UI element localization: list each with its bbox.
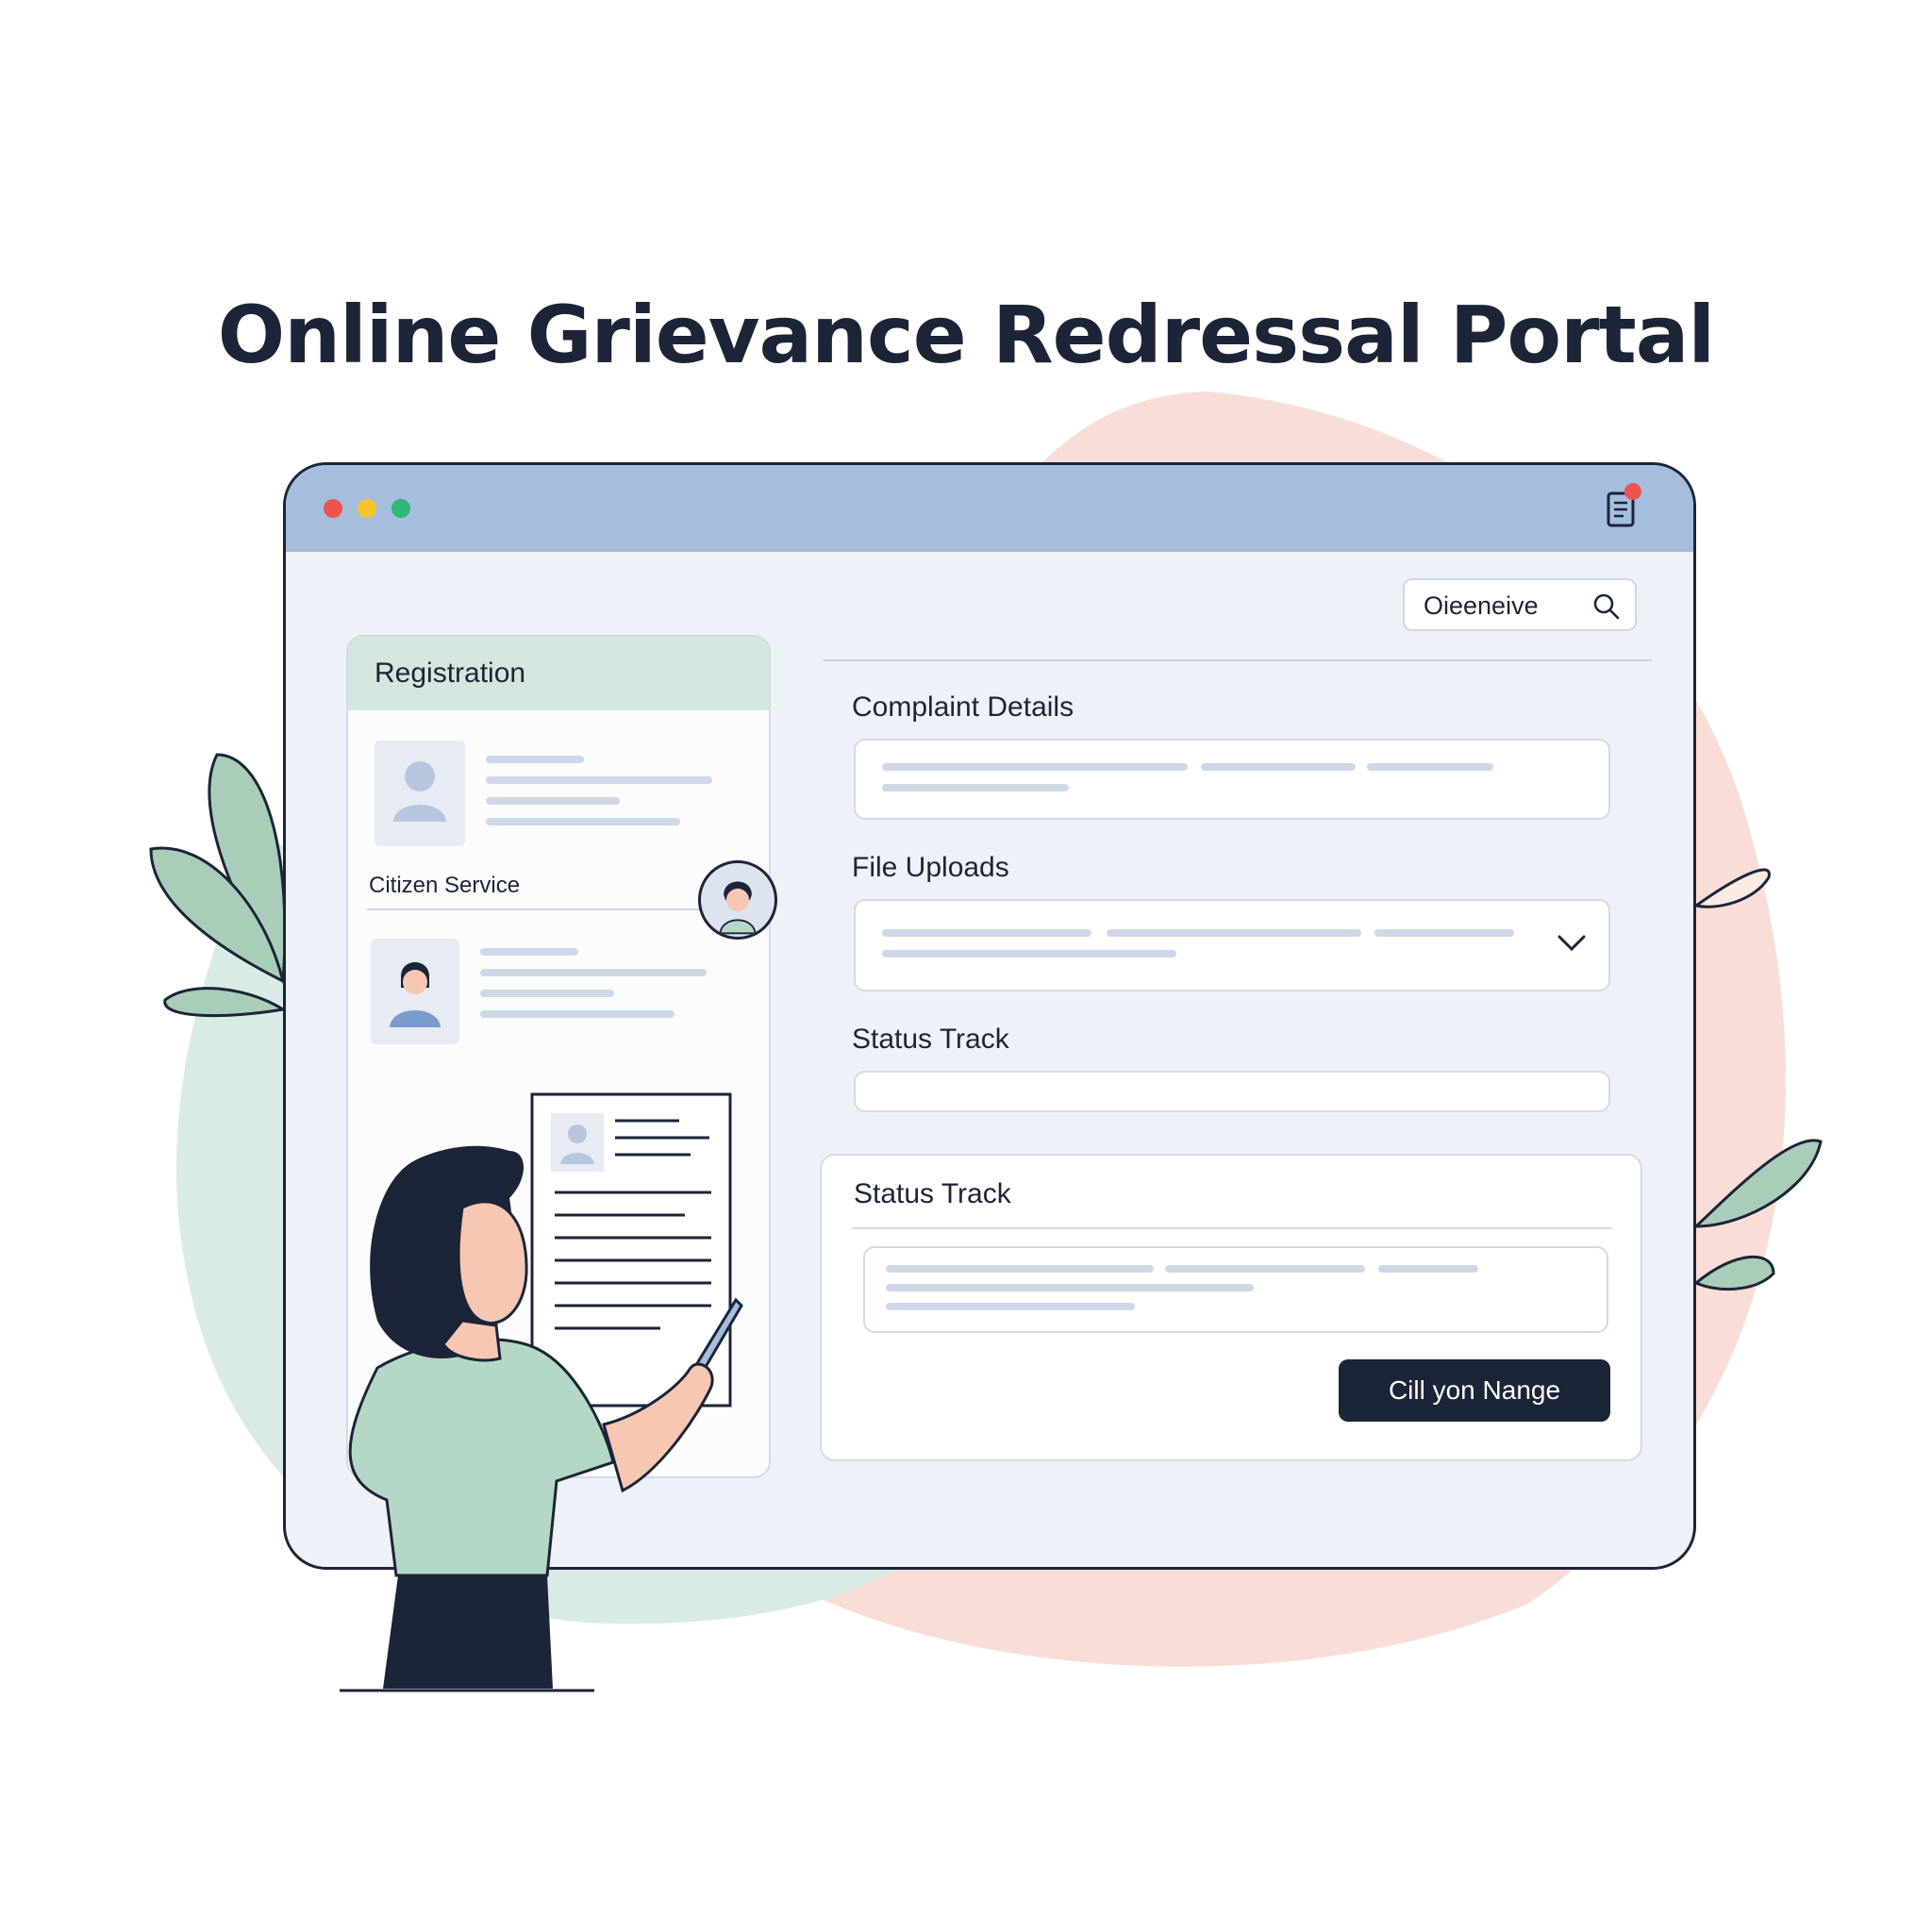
status-card-divider — [852, 1227, 1612, 1229]
status-details-field[interactable] — [863, 1246, 1608, 1333]
file-uploads-label: File Uploads — [852, 852, 1009, 883]
search-icon[interactable] — [1591, 591, 1622, 622]
placeholder-line — [480, 990, 614, 997]
placeholder-line — [882, 763, 1188, 771]
complaint-details-field[interactable] — [854, 739, 1610, 820]
placeholder-line — [882, 929, 1091, 937]
placeholder-line — [1165, 1265, 1365, 1273]
submit-button[interactable]: Cill yon Nange — [1339, 1359, 1610, 1422]
placeholder-line — [480, 948, 578, 956]
status-track-label: Status Track — [852, 1024, 1009, 1055]
search-box[interactable] — [1403, 578, 1637, 631]
notification-icon[interactable] — [1599, 482, 1642, 535]
placeholder-line — [486, 776, 712, 784]
close-window-dot[interactable] — [324, 499, 342, 518]
placeholder-line — [486, 818, 680, 825]
registration-title: Registration — [375, 658, 526, 689]
top-divider — [824, 659, 1652, 661]
floating-user-avatar — [698, 860, 777, 940]
file-uploads-field[interactable] — [854, 899, 1610, 991]
page-title: Online Grievance Redressal Portal — [217, 289, 1715, 382]
citizen-divider — [367, 908, 725, 910]
placeholder-line — [1367, 763, 1493, 771]
status-track-field[interactable] — [854, 1071, 1610, 1112]
user-avatar-icon — [390, 962, 441, 1027]
profile-avatar — [375, 741, 465, 846]
placeholder-line — [480, 969, 707, 976]
placeholder-line — [1378, 1265, 1478, 1273]
status-card-title: Status Track — [854, 1178, 1011, 1209]
maximize-window-dot[interactable] — [391, 499, 410, 518]
face — [457, 1200, 528, 1324]
placeholder-line — [886, 1303, 1135, 1310]
placeholder-line — [882, 950, 1176, 958]
window-titlebar — [286, 465, 1693, 552]
placeholder-line — [486, 797, 620, 805]
placeholder-line — [886, 1265, 1154, 1273]
pants — [383, 1575, 553, 1689]
person-illustration — [340, 1092, 743, 1692]
placeholder-line — [886, 1284, 1254, 1291]
chevron-down-icon[interactable] — [1556, 933, 1588, 954]
placeholder-line — [882, 784, 1069, 791]
user-avatar-icon — [393, 761, 446, 822]
citizen-service-label: Citizen Service — [369, 873, 521, 898]
minimize-window-dot[interactable] — [358, 499, 376, 518]
user-avatar-icon — [719, 881, 757, 935]
placeholder-line — [486, 756, 584, 763]
placeholder-line — [1201, 763, 1356, 771]
status-track-card: Status Track Cill yon Nange — [820, 1154, 1642, 1461]
citizen-avatar — [371, 939, 459, 1044]
registration-header: Registration — [348, 637, 769, 710]
placeholder-line — [1374, 929, 1514, 937]
placeholder-line — [1107, 929, 1361, 937]
complaint-details-label: Complaint Details — [852, 691, 1074, 723]
search-input[interactable] — [1424, 591, 1584, 620]
placeholder-line — [480, 1010, 675, 1018]
